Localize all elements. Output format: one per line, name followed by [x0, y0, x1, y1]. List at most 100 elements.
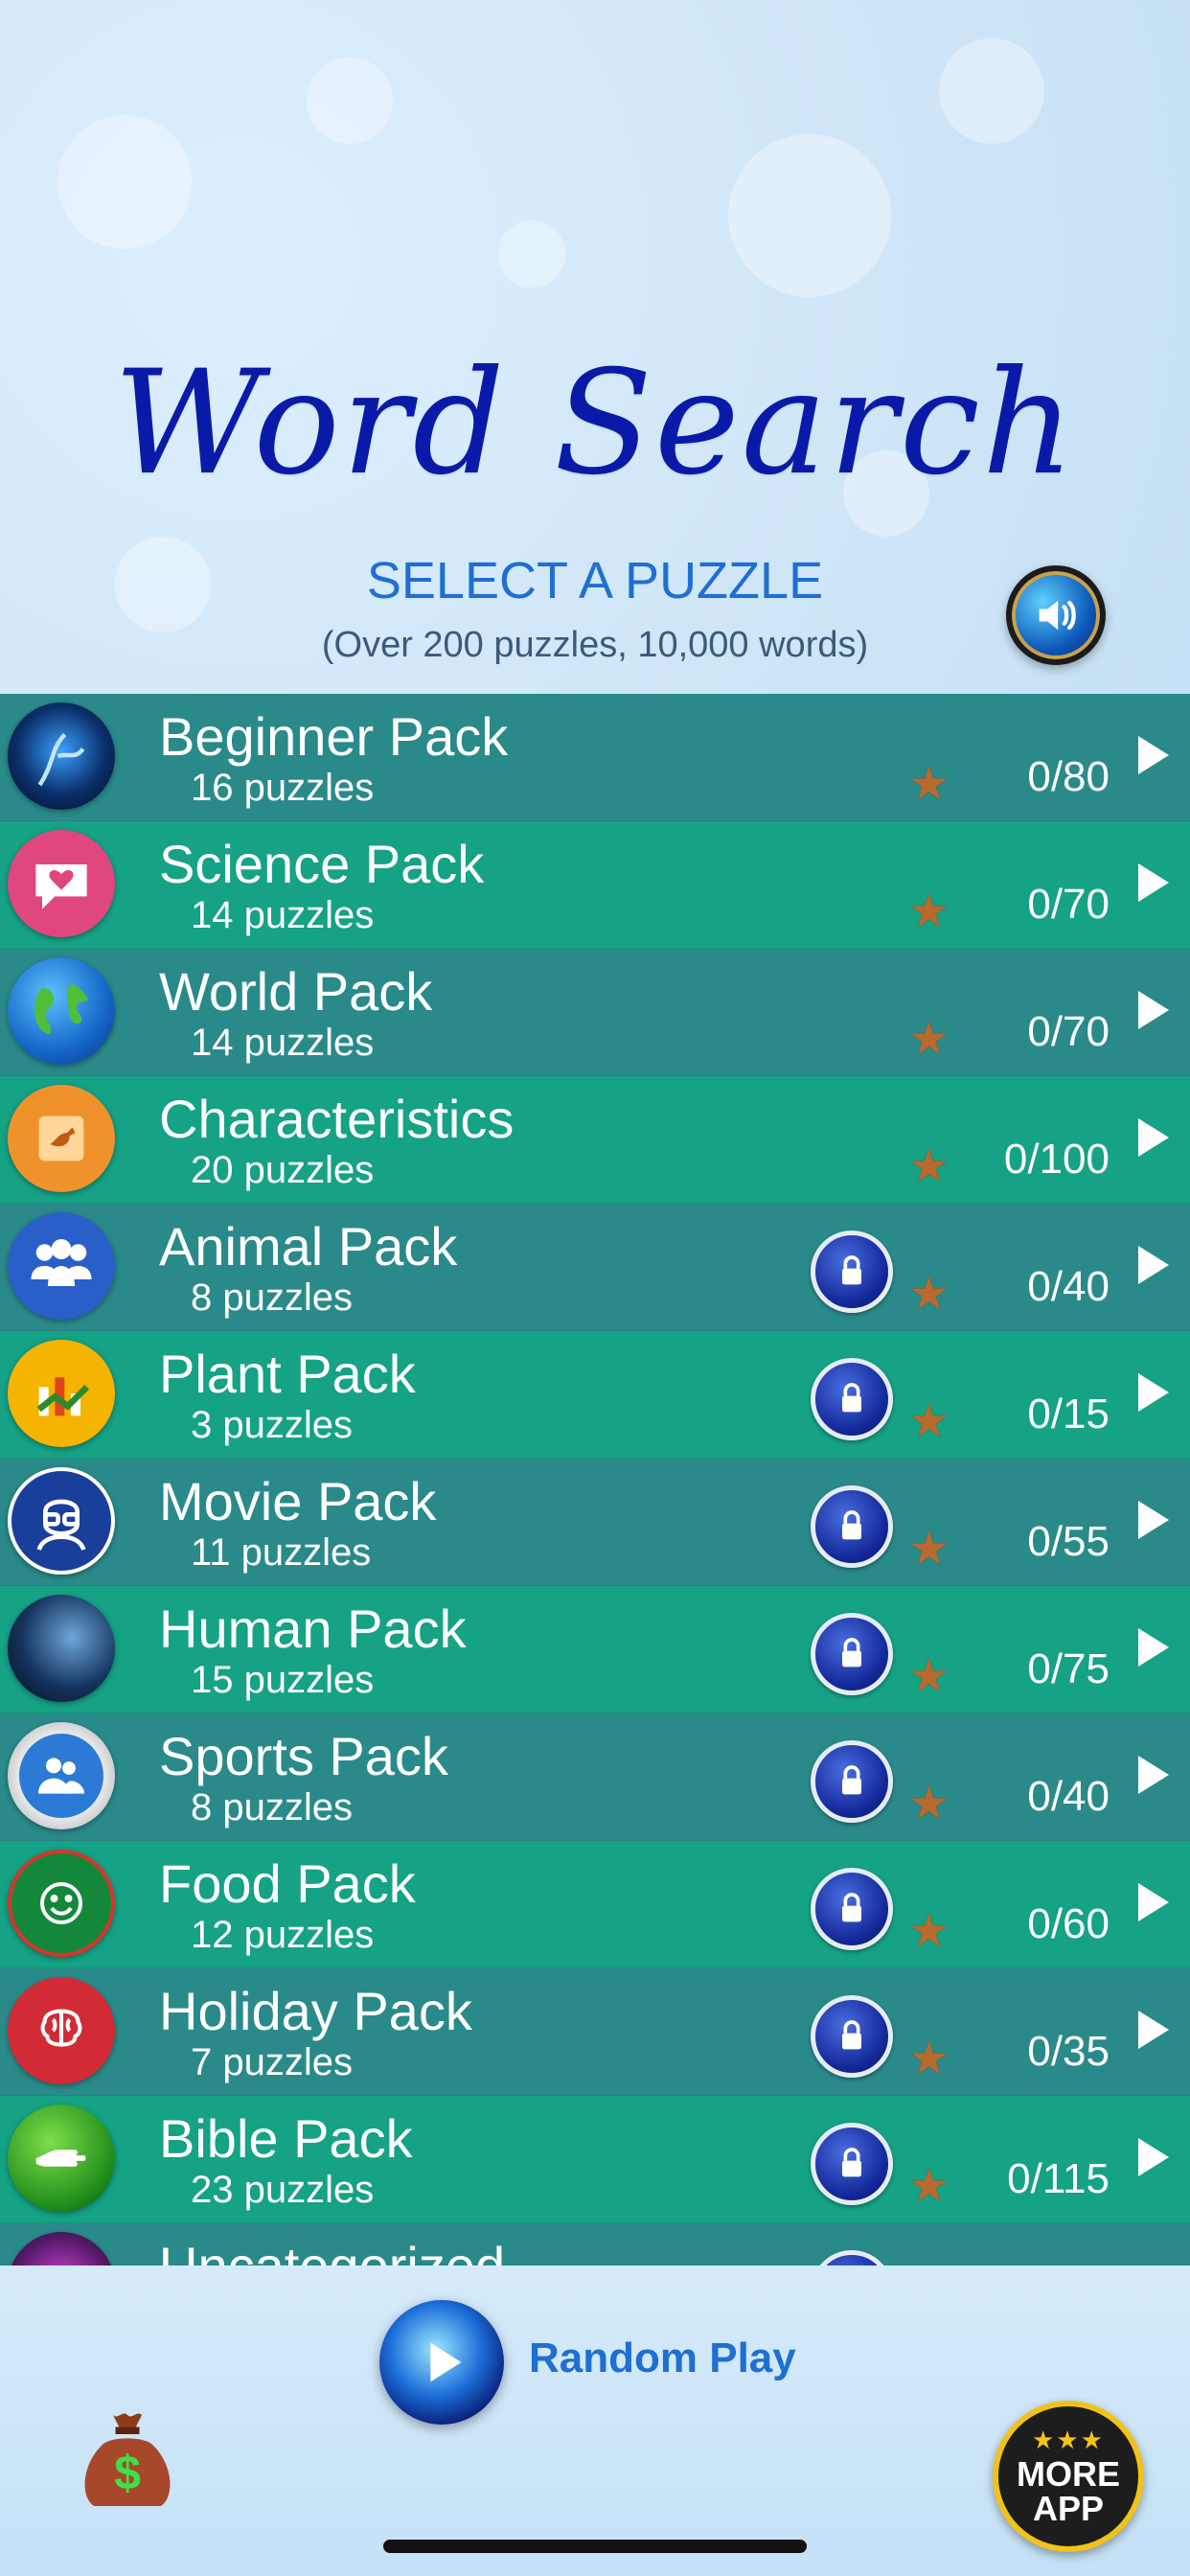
- play-icon: [430, 2342, 462, 2382]
- lock-icon[interactable]: [811, 1868, 893, 1950]
- lightning-icon: [8, 702, 115, 810]
- random-play-button[interactable]: [379, 2300, 504, 2425]
- pack-row-bible[interactable]: Bible Pack 23 puzzles ★ 0/115: [0, 2096, 1190, 2223]
- pack-puzzle-count: 3 puzzles: [191, 1404, 353, 1446]
- pack-name: Human Pack: [159, 1598, 467, 1659]
- play-arrow-icon[interactable]: [1138, 1883, 1169, 1921]
- pack-score: 0/100: [1003, 1136, 1110, 1183]
- lock-icon[interactable]: [811, 1740, 893, 1823]
- play-arrow-icon[interactable]: [1138, 2011, 1169, 2049]
- hand-icon: [8, 2104, 115, 2212]
- play-arrow-icon[interactable]: [1138, 736, 1169, 774]
- pack-row-human[interactable]: Human Pack 15 puzzles ★ 0/75: [0, 1586, 1190, 1714]
- star-icon: ★: [908, 2032, 950, 2085]
- play-arrow-icon[interactable]: [1138, 1118, 1169, 1157]
- star-icon: ★: [908, 1904, 950, 1958]
- pack-row-beginner[interactable]: Beginner Pack 16 puzzles ★ 0/80: [0, 694, 1190, 821]
- star-icon: ★: [908, 1139, 950, 1193]
- pack-row-movie[interactable]: Movie Pack 11 puzzles ★ 0/55: [0, 1459, 1190, 1586]
- pack-name: Bible Pack: [159, 2108, 413, 2169]
- bokeh-bg: [498, 220, 565, 288]
- pack-puzzle-count: 8 puzzles: [191, 1786, 353, 1828]
- pack-puzzle-count: 14 puzzles: [191, 1022, 375, 1064]
- lock-icon[interactable]: [811, 2250, 893, 2266]
- bokeh-bg: [728, 134, 891, 297]
- star-icon: ★: [908, 757, 950, 811]
- pack-score: 0/70: [1027, 881, 1110, 928]
- lock-icon[interactable]: [811, 1995, 893, 2078]
- star-icon: ★: [908, 2159, 950, 2213]
- pack-score: 0/40: [1027, 1773, 1110, 1820]
- pack-puzzle-count: 8 puzzles: [191, 1276, 353, 1319]
- play-arrow-icon[interactable]: [1138, 1246, 1169, 1284]
- chart-icon: [8, 1340, 115, 1447]
- pack-score: 0/80: [1027, 753, 1110, 800]
- star-icon: ★: [908, 1394, 950, 1448]
- pack-row-science[interactable]: Science Pack 14 puzzles ★ 0/70: [0, 821, 1190, 949]
- glasses-face-icon: [8, 1467, 115, 1575]
- speaker-icon: [1039, 600, 1076, 631]
- pack-name: Holiday Pack: [159, 1981, 472, 2041]
- pack-row-plant[interactable]: Plant Pack 3 puzzles ★ 0/15: [0, 1331, 1190, 1459]
- play-arrow-icon[interactable]: [1138, 1501, 1169, 1539]
- stars-icon: ★★★: [1032, 2426, 1105, 2455]
- pack-row-sports[interactable]: Sports Pack 8 puzzles ★ 0/40: [0, 1714, 1190, 1841]
- lock-icon[interactable]: [811, 1485, 893, 1568]
- pack-puzzle-count: 12 puzzles: [191, 1914, 375, 1956]
- random-play-label[interactable]: Random Play: [529, 2334, 796, 2382]
- pack-name: Sports Pack: [159, 1726, 448, 1786]
- pack-name: Beginner Pack: [159, 706, 509, 767]
- lock-icon[interactable]: [811, 1358, 893, 1440]
- planet-icon: [8, 1595, 115, 1702]
- star-icon: ★: [908, 1012, 950, 1066]
- lock-icon[interactable]: [811, 1230, 893, 1313]
- pack-row-food[interactable]: Food Pack 12 puzzles ★ 0/60: [0, 1841, 1190, 1968]
- pack-name: Food Pack: [159, 1853, 416, 1914]
- bokeh-bg: [939, 38, 1044, 144]
- bird-note-icon: [8, 1085, 115, 1192]
- svg-text:$: $: [114, 2447, 141, 2500]
- pack-row-world[interactable]: World Pack 14 puzzles ★ 0/70: [0, 949, 1190, 1076]
- pack-score: 0/75: [1027, 1645, 1110, 1692]
- home-indicator[interactable]: [383, 2540, 807, 2553]
- more-app-button[interactable]: ★★★ MORE APP: [993, 2401, 1144, 2552]
- play-arrow-icon[interactable]: [1138, 991, 1169, 1029]
- pack-puzzle-count: 14 puzzles: [191, 894, 375, 936]
- star-icon: ★: [908, 885, 950, 938]
- play-arrow-icon[interactable]: [1138, 1373, 1169, 1412]
- play-arrow-icon[interactable]: [1138, 1628, 1169, 1667]
- pack-puzzle-count: 23 puzzles: [191, 2169, 375, 2211]
- pack-puzzle-count: 7 puzzles: [191, 2041, 353, 2083]
- users-icon: [8, 1722, 115, 1829]
- pack-row-animal[interactable]: Animal Pack 8 puzzles ★ 0/40: [0, 1204, 1190, 1331]
- pack-name: Characteristics: [159, 1089, 515, 1149]
- star-icon: ★: [908, 1777, 950, 1830]
- star-icon: ★: [908, 1522, 950, 1576]
- pack-name: Plant Pack: [159, 1344, 416, 1404]
- smiley-icon: [8, 1850, 115, 1957]
- sound-toggle-button[interactable]: [1006, 565, 1106, 665]
- pack-puzzle-count: 20 puzzles: [191, 1149, 375, 1191]
- pack-row-characteristics[interactable]: Characteristics 20 puzzles ★ 0/100: [0, 1076, 1190, 1204]
- pack-row-uncategorized[interactable]: Uncategorized: [0, 2223, 1190, 2266]
- star-icon: ★: [908, 1267, 950, 1321]
- pack-puzzle-count: 16 puzzles: [191, 767, 375, 809]
- pack-score: 0/55: [1027, 1518, 1110, 1565]
- heart-bubble-icon: [8, 830, 115, 937]
- money-bag-icon[interactable]: $: [75, 2401, 180, 2516]
- lock-icon[interactable]: [811, 2123, 893, 2205]
- pack-score: 0/40: [1027, 1263, 1110, 1310]
- globe-icon: [8, 957, 115, 1065]
- play-arrow-icon[interactable]: [1138, 863, 1169, 902]
- star-icon: ★: [908, 1649, 950, 1703]
- pack-score: 0/70: [1027, 1008, 1110, 1055]
- play-arrow-icon[interactable]: [1138, 1756, 1169, 1794]
- lock-icon[interactable]: [811, 1613, 893, 1695]
- bokeh-bg: [57, 115, 192, 249]
- pack-puzzle-count: 11 puzzles: [191, 1531, 372, 1574]
- play-arrow-icon[interactable]: [1138, 2138, 1169, 2176]
- more-app-label: MORE: [1017, 2454, 1120, 2494]
- pack-row-holiday[interactable]: Holiday Pack 7 puzzles ★ 0/35: [0, 1968, 1190, 2096]
- people-group-icon: [8, 1212, 115, 1320]
- puzzle-pack-list[interactable]: Beginner Pack 16 puzzles ★ 0/80 Science …: [0, 694, 1190, 2266]
